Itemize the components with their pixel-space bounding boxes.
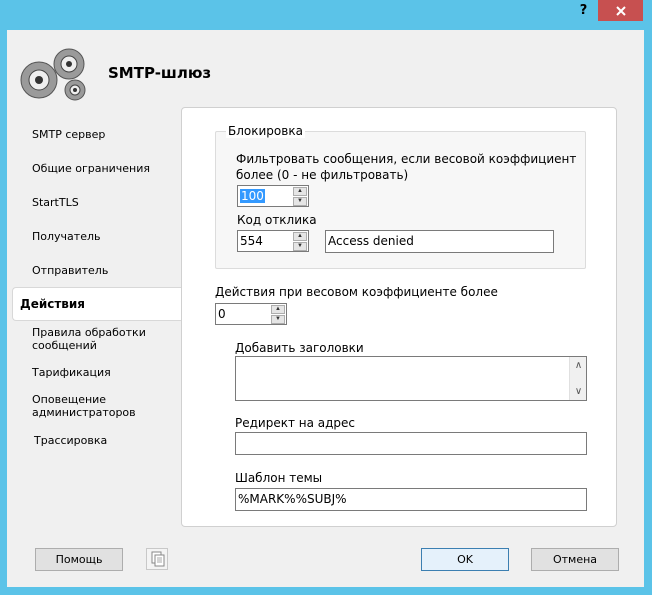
nav-item-actions-label: Действия	[20, 297, 86, 311]
add-headers-scrollbar[interactable]: ∧ ∨	[569, 357, 586, 400]
add-headers-textarea[interactable]: ∧ ∨	[235, 356, 587, 401]
add-headers-label: Добавить заголовки	[235, 341, 364, 355]
nav-item-general-limits[interactable]: Общие ограничения	[32, 162, 150, 175]
weight-actions-value[interactable]: 0	[218, 307, 226, 321]
nav-item-smtp-server[interactable]: SMTP сервер	[32, 128, 105, 141]
redirect-input[interactable]	[235, 432, 587, 455]
filter-weight-label: Фильтровать сообщения, если весовой коэф…	[236, 152, 577, 182]
blocking-group-title: Блокировка	[226, 124, 305, 138]
cancel-button[interactable]: Отмена	[531, 548, 619, 571]
spin-up-icon[interactable]: ▲	[293, 232, 307, 241]
spin-down-icon[interactable]: ▼	[271, 315, 285, 324]
nav-item-tracing[interactable]: Трассировка	[34, 434, 107, 447]
subject-template-input[interactable]: %MARK%%SUBJ%	[235, 488, 587, 511]
page-title: SMTP-шлюз	[108, 64, 212, 82]
response-code-label: Код отклика	[237, 213, 317, 227]
spin-up-icon[interactable]: ▲	[293, 187, 307, 196]
nav-item-processing-rules[interactable]: Правила обработки сообщений	[32, 326, 146, 352]
help-button[interactable]: Помощь	[35, 548, 123, 571]
response-code-value[interactable]: 554	[240, 234, 263, 248]
copy-icon[interactable]	[146, 548, 168, 570]
subject-template-label: Шаблон темы	[235, 471, 323, 485]
nav-item-starttls[interactable]: StartTLS	[32, 196, 79, 209]
spin-up-icon[interactable]: ▲	[271, 305, 285, 314]
gears-icon	[20, 48, 86, 101]
weight-actions-label: Действия при весовом коэффициенте более	[215, 285, 498, 299]
response-text-input[interactable]: Access denied	[325, 230, 554, 253]
nav-item-billing[interactable]: Тарификация	[32, 366, 111, 379]
ok-button[interactable]: OK	[421, 548, 509, 571]
redirect-label: Редирект на адрес	[235, 416, 356, 430]
content-panel: Блокировка Фильтровать сообщения, если в…	[181, 107, 617, 527]
nav-item-actions[interactable]: Действия	[12, 287, 183, 321]
dialog-window: ? SMTP-шлюз SMTP сервер Общие ограничени…	[0, 0, 652, 595]
nav-item-recipient[interactable]: Получатель	[32, 230, 100, 243]
close-icon	[615, 5, 626, 16]
filter-weight-spinner[interactable]: 100 ▲ ▼	[237, 185, 309, 207]
nav-item-admin-notification[interactable]: Оповещение администраторов	[32, 393, 136, 419]
nav-item-sender[interactable]: Отправитель	[32, 264, 108, 277]
spin-down-icon[interactable]: ▼	[293, 197, 307, 206]
scroll-up-icon[interactable]: ∧	[570, 357, 587, 374]
close-title-button[interactable]	[598, 0, 643, 21]
filter-weight-value[interactable]: 100	[240, 189, 265, 203]
copy-glyph-icon	[151, 551, 165, 567]
spin-down-icon[interactable]: ▼	[293, 242, 307, 251]
dialog-client: SMTP-шлюз SMTP сервер Общие ограничения …	[7, 30, 644, 587]
weight-actions-spinner[interactable]: 0 ▲ ▼	[215, 303, 287, 325]
help-title-button[interactable]: ?	[570, 0, 597, 21]
response-code-spinner[interactable]: 554 ▲ ▼	[237, 230, 309, 252]
scroll-down-icon[interactable]: ∨	[570, 383, 587, 400]
